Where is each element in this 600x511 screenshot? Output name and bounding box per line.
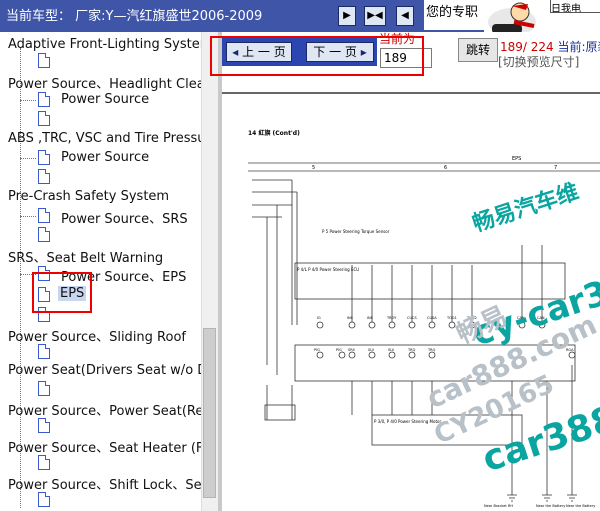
tree-leaf[interactable]: Power Source: [61, 150, 149, 165]
tree-category[interactable]: Pre-Crash Safety System: [8, 189, 169, 204]
pin-label: PIG: [336, 348, 342, 352]
document-icon[interactable]: [38, 208, 50, 223]
document-icon[interactable]: [38, 227, 50, 242]
tree-category[interactable]: Adaptive Front-Lighting System: [8, 37, 212, 52]
tree-category[interactable]: SRS、Seat Belt Warning: [8, 247, 163, 266]
pin-label: CUCS: [407, 316, 417, 320]
pin-label: TROY: [386, 316, 397, 320]
nav-fit-icon: ▶◀: [367, 10, 383, 21]
selected-leaf-highlight: [32, 272, 92, 313]
column-number: 7: [554, 165, 557, 171]
tree-connector: [20, 216, 36, 217]
pin-label: SLV: [388, 348, 395, 352]
vehicle-title: 当前车型： 厂家:Y—汽红旗盛世2006-2009: [6, 9, 263, 24]
ground-label: Near Bracket RH: [484, 504, 513, 508]
document-icon[interactable]: [38, 169, 50, 184]
pin-label: SLV: [368, 348, 375, 352]
tree-category[interactable]: ABS ,TRC, VSC and Tire Pressure: [8, 131, 218, 146]
ground-label: Near the Battery: [536, 504, 565, 508]
nav-last-button[interactable]: ◀: [396, 6, 414, 26]
current-name: 原装: [585, 40, 600, 54]
pin-label: INS: [367, 316, 374, 320]
ground-label: Near the Battery: [566, 504, 595, 508]
pin-label: CUSA: [427, 316, 437, 320]
preview-size-link[interactable]: [切换预览尺寸]: [498, 53, 579, 70]
torque-sensor-label: P 5 Power Steering Torque Sensor: [322, 229, 390, 234]
ground-labels: Near Bracket RH Near the Battery Near th…: [484, 504, 595, 508]
pin-label: PIG: [314, 348, 320, 352]
pin-label: INS: [347, 316, 354, 320]
page-nav-highlight: [210, 36, 424, 76]
document-icon[interactable]: [38, 418, 50, 433]
document-icon[interactable]: [38, 111, 50, 126]
document-icon[interactable]: [38, 381, 50, 396]
tree-category[interactable]: Power Source、Power Seat(Rea: [8, 400, 211, 419]
ecu-label: P 4/L P 4/0 Power Steering ECU: [297, 267, 359, 272]
pin-label: TRQ: [427, 348, 436, 352]
column-number: 5: [312, 165, 315, 171]
bus-label: EPS: [512, 156, 521, 162]
nav-last-icon: ◀: [401, 10, 409, 21]
pin-label: SRS: [348, 348, 356, 352]
tree-leaf[interactable]: Power Source、SRS: [61, 208, 188, 227]
jump-button[interactable]: 跳转: [458, 38, 498, 62]
nav-first-button[interactable]: ▶: [338, 6, 356, 26]
current-prefix: 当前:: [557, 40, 586, 54]
page-count: 189/ 224: [500, 40, 554, 54]
nav-first-icon: ▶: [343, 10, 351, 21]
nav-fit-button[interactable]: ▶◀: [364, 6, 386, 26]
tree-connector: [20, 158, 36, 159]
column-number: 6: [444, 165, 447, 171]
sidebar-scroll-thumb[interactable]: [203, 328, 216, 498]
tree-leaf[interactable]: Power Source: [61, 92, 149, 107]
document-icon[interactable]: [38, 150, 50, 165]
document-icon[interactable]: [38, 92, 50, 107]
tree-connector: [20, 100, 36, 101]
document-icon[interactable]: [38, 492, 50, 507]
document-icon[interactable]: [38, 53, 50, 68]
section-title: 14 紅旗 (Cont'd): [248, 129, 300, 137]
tree-category[interactable]: Power Source、Headlight Clean: [8, 73, 213, 92]
tree-category[interactable]: Power Source、Seat Heater (Fro: [8, 437, 215, 456]
document-icon[interactable]: [38, 455, 50, 470]
tree-category[interactable]: Power Source、Sliding Roof: [8, 326, 186, 345]
pin-label: IG: [317, 316, 321, 320]
tree-category[interactable]: Power Seat(Drivers Seat w/o Dr: [8, 363, 213, 378]
corner-box: 日我电: [550, 0, 600, 13]
document-icon[interactable]: [38, 344, 50, 359]
tree-category[interactable]: Power Source、Shift Lock、Sea: [8, 474, 210, 493]
pin-label: TRQ: [407, 348, 416, 352]
your-position-text: 您的专职: [424, 0, 484, 30]
